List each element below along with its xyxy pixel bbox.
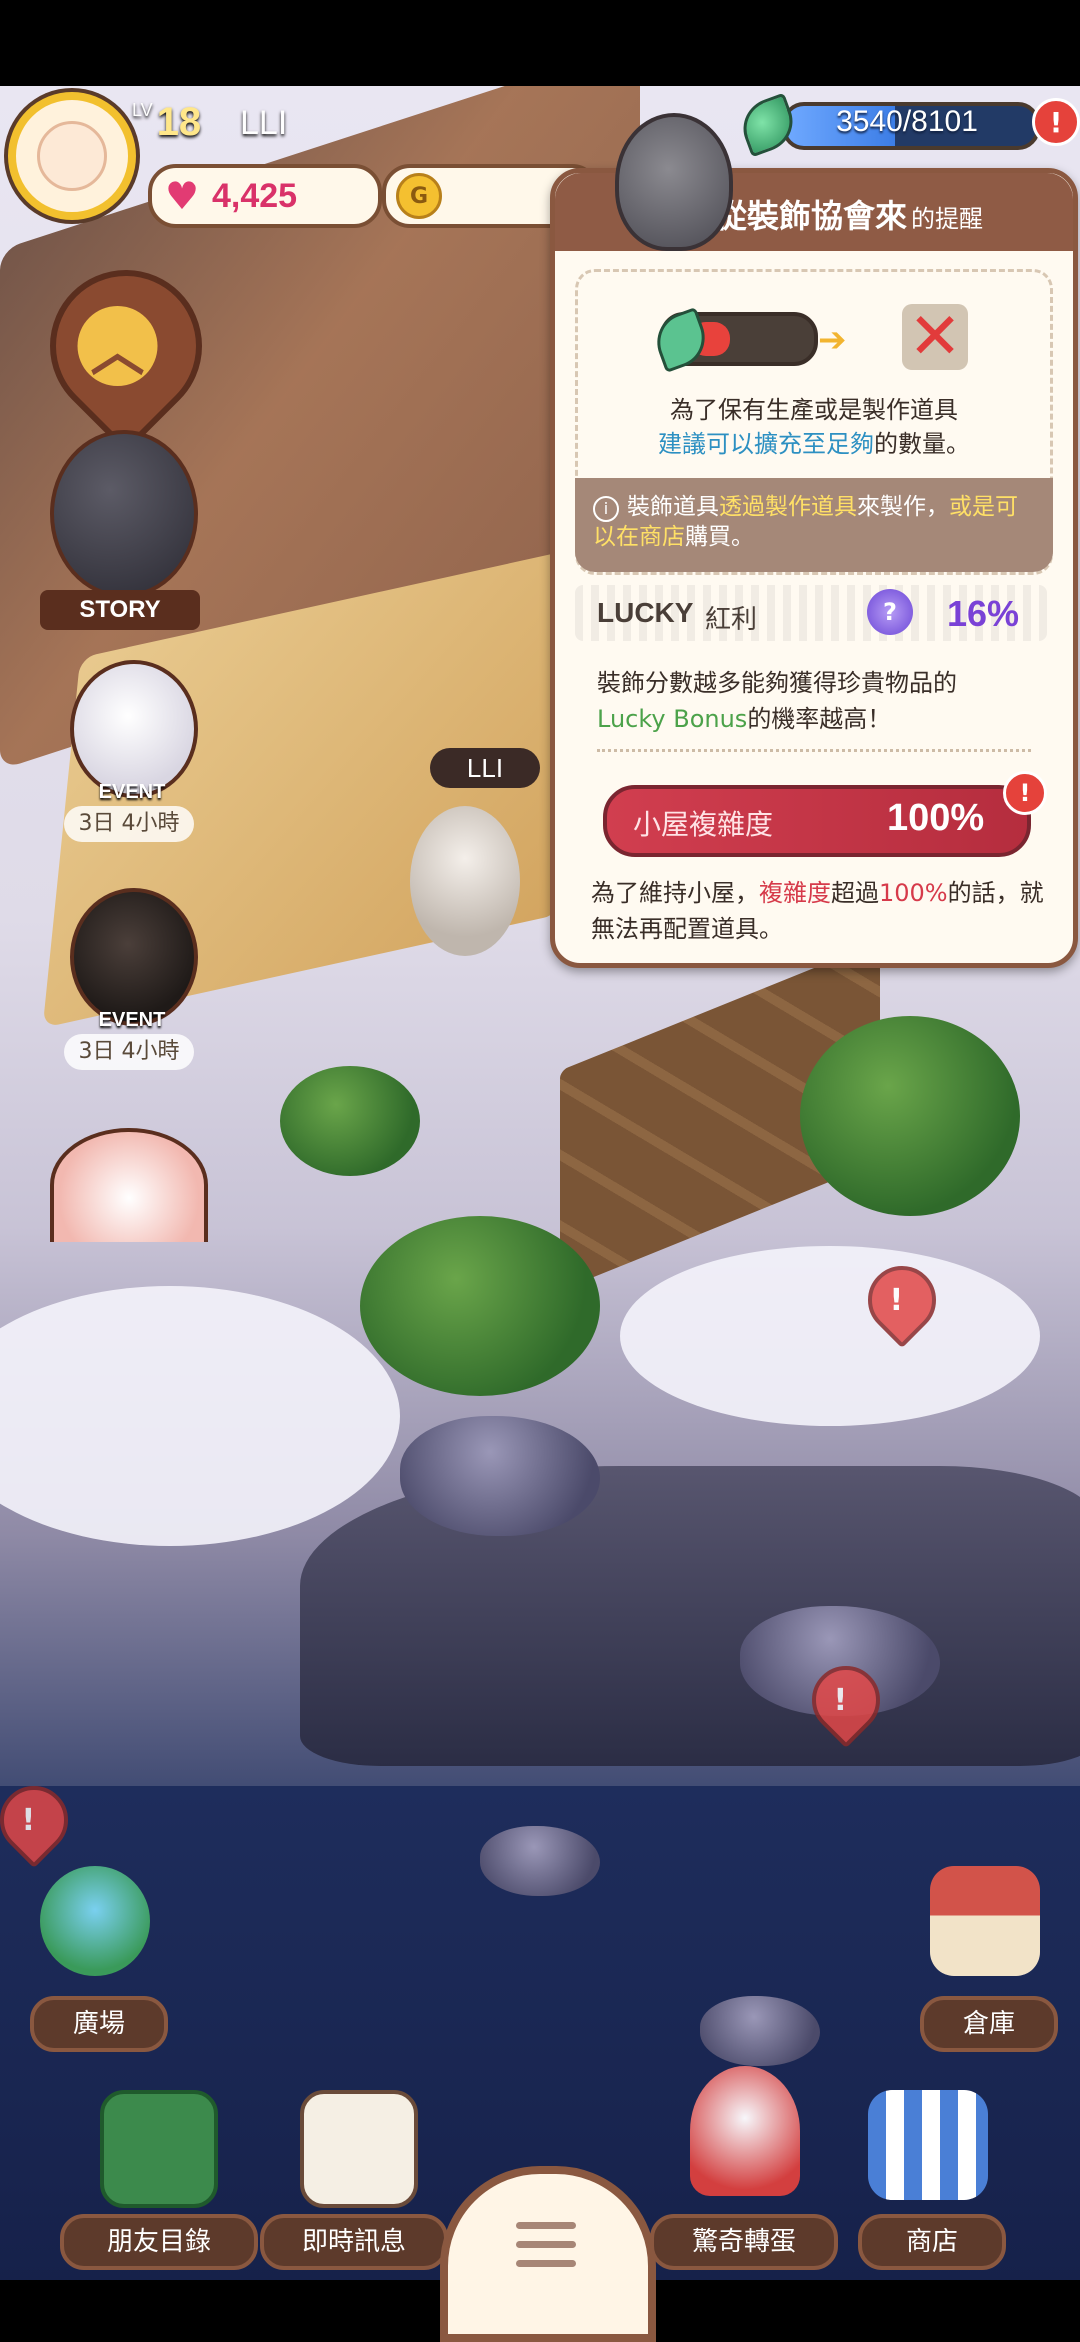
cabin-complexity-bar[interactable]: 小屋複雜度 100% ! bbox=[603, 771, 1047, 857]
messages-label: 即時訊息 bbox=[260, 2214, 448, 2270]
hearts-value: 4,425 bbox=[212, 176, 298, 215]
plaza-label: 廣場 bbox=[30, 1996, 168, 2052]
heart-icon: ♥ bbox=[164, 174, 200, 218]
storage-button[interactable]: 倉庫 bbox=[910, 1866, 1060, 2056]
complexity-alert-icon: ! bbox=[1003, 771, 1047, 815]
lucky-bonus-row: LUCKY 紅利 ? 16% bbox=[575, 585, 1047, 641]
energy-value: 3540/8101 bbox=[836, 105, 978, 138]
energy-alert-icon[interactable]: ! bbox=[1032, 98, 1080, 146]
player-character[interactable] bbox=[410, 806, 520, 956]
hint-line-2: 建議可以擴充至足夠的數量。 bbox=[658, 430, 970, 458]
complexity-warning-line-2: 無法再配置道具。 bbox=[591, 915, 783, 943]
coin-icon: G bbox=[396, 173, 442, 219]
lucky-desc-line-1: 裝飾分數越多能夠獲得珍貴物品的 bbox=[597, 669, 957, 697]
event-button-bear[interactable]: EVENT 3日 4小時 bbox=[50, 888, 200, 1070]
event-timer: 3日 4小時 bbox=[64, 806, 194, 842]
divider bbox=[597, 749, 1031, 752]
lucky-label: LUCKY bbox=[597, 597, 694, 628]
popup-title: 從裝飾協會來 的提醒 bbox=[715, 197, 984, 235]
friends-button[interactable]: 朋友目錄 bbox=[60, 2090, 260, 2270]
rock bbox=[480, 1826, 600, 1896]
player-name-tag: LLI bbox=[430, 748, 540, 788]
level-label: LV bbox=[132, 100, 153, 120]
status-bar bbox=[0, 0, 1080, 86]
decoration-reminder-popup: 從裝飾協會來 的提醒 ➔ ✕ 為了保有生產或是製作道具 建議可以擴充至足夠的數量。… bbox=[550, 113, 1078, 968]
tree-icon bbox=[40, 1866, 150, 1976]
avatar[interactable] bbox=[8, 92, 136, 220]
lucky-cn-label: 紅利 bbox=[705, 605, 758, 635]
capsule-machine-icon bbox=[690, 2066, 800, 2196]
event-button-cat[interactable]: EVENT 3日 4小時 bbox=[50, 660, 200, 842]
gacha-label: 驚奇轉蛋 bbox=[650, 2214, 838, 2270]
plaza-button[interactable]: 廣場 bbox=[20, 1866, 170, 2056]
shop-button[interactable]: 商店 bbox=[848, 2090, 1008, 2270]
npc-portrait-pink[interactable] bbox=[50, 1128, 208, 1242]
capacity-hint-box: ➔ ✕ 為了保有生產或是製作道具 建議可以擴充至足夠的數量。 i 裝飾道具透過製作… bbox=[575, 269, 1053, 575]
cross-icon: ✕ bbox=[902, 304, 968, 370]
messages-button[interactable]: 即時訊息 bbox=[260, 2090, 450, 2270]
friends-book-icon bbox=[100, 2090, 218, 2208]
capacity-gauge bbox=[648, 307, 818, 373]
info-icon: i bbox=[593, 496, 619, 522]
main-menu-button[interactable] bbox=[440, 2166, 656, 2342]
snow-patch bbox=[620, 1246, 1040, 1426]
rock bbox=[400, 1416, 600, 1536]
level-value: 18 bbox=[156, 100, 202, 144]
friends-label: 朋友目錄 bbox=[60, 2214, 258, 2270]
storehouse-icon bbox=[930, 1866, 1040, 1976]
arrow-right-icon: ➔ bbox=[818, 320, 847, 360]
bush bbox=[360, 1216, 600, 1396]
level-display: LV 18 bbox=[132, 100, 201, 145]
lucky-desc-line-2: Lucky Bonus的機率越高！ bbox=[597, 705, 892, 733]
story-label: STORY bbox=[40, 590, 200, 630]
avatar-face bbox=[37, 121, 107, 191]
complexity-value: 100% bbox=[887, 797, 985, 839]
story-character-portrait bbox=[50, 430, 198, 598]
wolf-npc-portrait bbox=[615, 113, 733, 251]
gacha-button[interactable]: 驚奇轉蛋 bbox=[650, 2066, 840, 2270]
player-name: LLI bbox=[240, 104, 288, 142]
shop-label: 商店 bbox=[858, 2214, 1006, 2270]
bush bbox=[800, 1016, 1020, 1216]
event-timer: 3日 4小時 bbox=[64, 1034, 194, 1070]
story-button[interactable]: STORY bbox=[40, 430, 200, 630]
shop-stall-icon bbox=[868, 2090, 988, 2200]
question-gem-icon[interactable]: ? bbox=[867, 589, 913, 635]
event-tag: EVENT bbox=[98, 781, 166, 803]
event-tag: EVENT bbox=[98, 1009, 166, 1031]
crafting-note: i 裝飾道具透過製作道具來製作，或是可以在商店購買。 bbox=[575, 478, 1053, 572]
lucky-percentage: 16% bbox=[947, 593, 1020, 634]
bush bbox=[280, 1066, 420, 1176]
complexity-label: 小屋複雜度 bbox=[633, 808, 774, 841]
hearts-counter[interactable]: ♥ 4,425 bbox=[148, 164, 382, 228]
snow-patch bbox=[0, 1286, 400, 1546]
storage-label: 倉庫 bbox=[920, 1996, 1058, 2052]
complexity-warning-line-1: 為了維持小屋，複雜度超過100%的話，就 bbox=[591, 879, 1044, 907]
energy-meter[interactable]: 3540/8101 ! bbox=[735, 92, 1080, 158]
hint-line-1: 為了保有生產或是製作道具 bbox=[670, 396, 958, 424]
chevron-up-icon: ︿ bbox=[77, 306, 158, 386]
message-card-icon bbox=[300, 2090, 418, 2208]
leaf-icon bbox=[648, 307, 714, 373]
rock bbox=[700, 1996, 820, 2066]
hamburger-icon bbox=[516, 2222, 576, 2282]
